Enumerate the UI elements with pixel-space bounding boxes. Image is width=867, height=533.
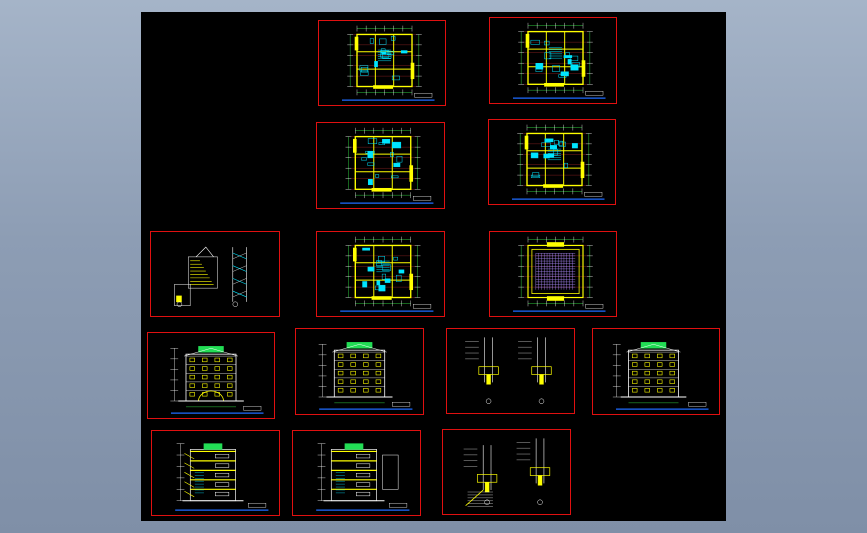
sheet-drawing bbox=[511, 124, 605, 200]
sheet-elevation-3[interactable] bbox=[592, 328, 720, 415]
sheet-drawing bbox=[463, 438, 551, 507]
sheet-drawing bbox=[316, 443, 410, 511]
sheet-floor-plan-3[interactable] bbox=[316, 122, 445, 209]
sheet-wall-detail-2[interactable] bbox=[442, 429, 571, 515]
sheet-drawing bbox=[341, 25, 435, 101]
sheet-elevation-2[interactable] bbox=[295, 328, 424, 415]
sheet-drawing bbox=[340, 236, 434, 312]
sheet-drawing bbox=[174, 246, 247, 307]
sheet-floor-plan-4[interactable] bbox=[488, 119, 616, 205]
sheet-section-2[interactable] bbox=[292, 430, 421, 516]
drawing-canvas[interactable] bbox=[141, 12, 726, 521]
sheet-stair-detail[interactable] bbox=[150, 231, 280, 317]
sheet-floor-plan-5[interactable] bbox=[316, 231, 445, 317]
sheet-drawing bbox=[318, 342, 413, 410]
sheet-drawing bbox=[340, 127, 434, 204]
sheet-drawing bbox=[512, 236, 606, 312]
sheet-drawing bbox=[175, 443, 269, 511]
sheet-drawing bbox=[512, 22, 606, 99]
sheet-drawing bbox=[170, 346, 264, 414]
sheet-wall-detail-1[interactable] bbox=[446, 328, 575, 414]
sheet-drawing bbox=[612, 342, 709, 410]
sheet-drawing bbox=[465, 337, 552, 404]
sheet-floor-plan-1[interactable] bbox=[318, 20, 446, 106]
sheet-floor-plan-2[interactable] bbox=[489, 17, 617, 104]
sheet-elevation-1[interactable] bbox=[147, 332, 275, 419]
sheet-section-1[interactable] bbox=[151, 430, 280, 516]
sheet-roof-plan[interactable] bbox=[489, 231, 617, 317]
